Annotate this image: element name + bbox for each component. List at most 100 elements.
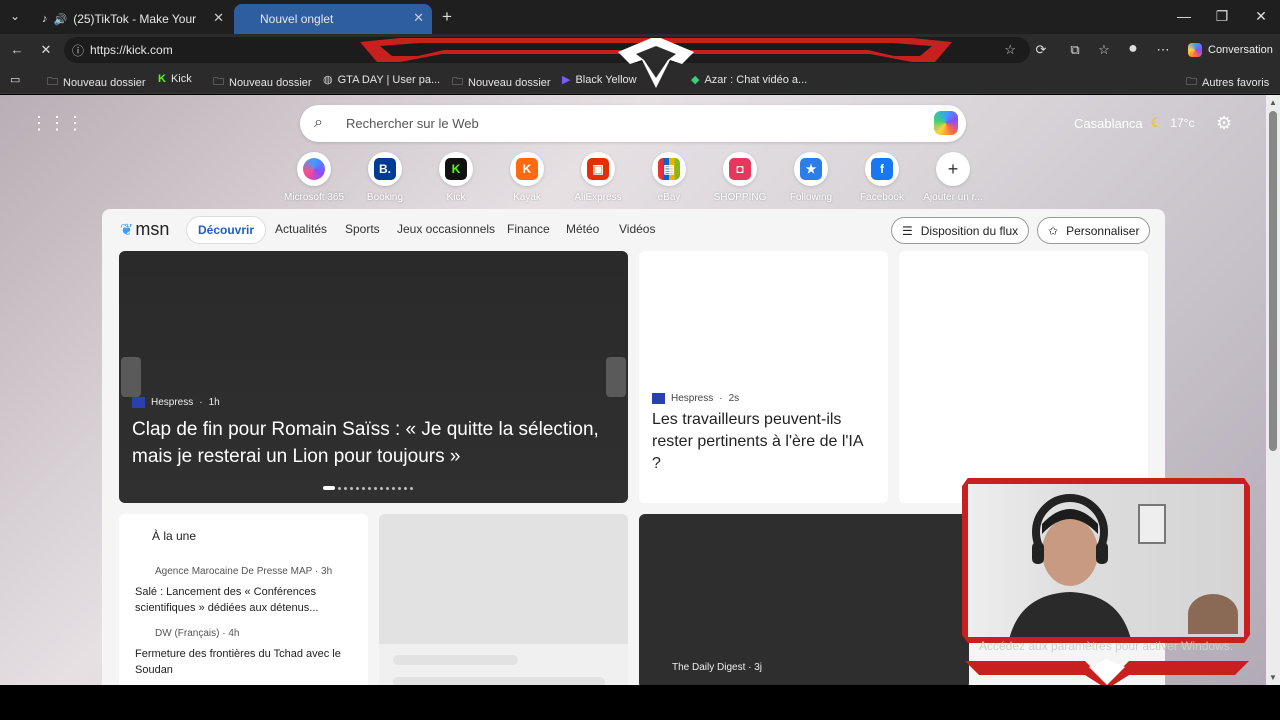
- quick-link-label: Booking: [366, 192, 404, 203]
- carousel-prev-button[interactable]: [121, 357, 141, 397]
- nav-tab-discover[interactable]: Découvrir: [186, 216, 267, 244]
- story-meta: Agence Marocaine De Presse MAP · 3h: [155, 566, 333, 577]
- news-card[interactable]: Hespress · 2s Les travailleurs peuvent-i…: [639, 251, 888, 503]
- nav-tab-sports[interactable]: Sports: [345, 222, 380, 236]
- quick-link-following[interactable]: ★ Following: [771, 152, 851, 203]
- carousel-next-button[interactable]: [606, 357, 626, 397]
- ebay-bag-icon: ▤: [658, 158, 680, 180]
- quick-link-aliexpress[interactable]: ▣ AliExpress: [558, 152, 638, 203]
- window-close-icon[interactable]: ✕: [1251, 8, 1271, 25]
- plus-icon: +: [942, 158, 964, 180]
- quick-link-ebay[interactable]: ▤ eBay: [629, 152, 709, 203]
- bookmark-kick[interactable]: K Kick: [158, 73, 192, 85]
- tab-label: Nouvel onglet: [260, 12, 334, 26]
- split-screen-icon[interactable]: ⧉: [1066, 42, 1084, 58]
- feed-layout-button[interactable]: ☰ Disposition du flux: [891, 217, 1030, 244]
- quick-link-label: eBay: [657, 192, 681, 203]
- quick-link-facebook[interactable]: f Facebook: [842, 152, 922, 203]
- speaker-icon[interactable]: 🔊: [54, 13, 68, 26]
- quick-link-label: Ajouter un r...: [923, 192, 983, 203]
- story-link[interactable]: Salé : Lancement des « Conférences scien…: [135, 584, 350, 616]
- aliexpress-icon: ▣: [587, 158, 609, 180]
- card-source: Hespress · 2s: [652, 393, 739, 404]
- story-meta: DW (Français) · 4h: [155, 628, 240, 639]
- close-icon[interactable]: ✕: [413, 10, 424, 26]
- stop-loading-icon[interactable]: ✕: [37, 42, 55, 58]
- search-icon: ⌕: [314, 114, 323, 131]
- webcam-feed: [968, 484, 1244, 637]
- tab-new-tab[interactable]: Nouvel onglet ✕: [234, 4, 432, 34]
- favorite-star-icon[interactable]: ☆: [1004, 42, 1016, 58]
- hespress-logo-icon: [132, 397, 145, 408]
- moon-icon: ☾: [1150, 115, 1163, 130]
- profile-avatar-icon[interactable]: ●: [1124, 40, 1142, 58]
- news-card-dark[interactable]: The Daily Digest · 3j: [639, 514, 969, 685]
- bookmarks-toggle-icon[interactable]: ▭: [10, 73, 20, 86]
- nav-tab-finance[interactable]: Finance: [507, 222, 550, 236]
- quick-link-booking[interactable]: B. Booking: [345, 152, 425, 203]
- quick-link-microsoft-365[interactable]: Microsoft 365: [274, 152, 354, 203]
- msn-logo[interactable]: ❦ msn: [120, 219, 169, 240]
- tab-tiktok[interactable]: ♪ 🔊 (25)TikTok - Make Your Day ✕: [34, 4, 232, 34]
- card-headline[interactable]: Les travailleurs peuvent-ils rester pert…: [652, 409, 872, 475]
- hero-carousel[interactable]: Hespress · 1h Clap de fin pour Romain Sa…: [119, 251, 628, 503]
- kick-icon: K: [445, 158, 467, 180]
- nav-tab-casual-games[interactable]: Jeux occasionnels: [397, 222, 495, 236]
- app-launcher-icon[interactable]: ⋮⋮⋮: [30, 113, 84, 133]
- bookmark-label: Kick: [170, 73, 192, 85]
- quick-link-kick[interactable]: K Kick: [416, 152, 496, 203]
- nav-tab-news[interactable]: Actualités: [275, 222, 327, 236]
- gear-icon[interactable]: ⚙: [1216, 113, 1232, 134]
- microsoft-365-icon: [303, 158, 325, 180]
- bookmark-folder[interactable]: 🗀 Nouveau dossier: [213, 73, 312, 92]
- nav-tab-weather[interactable]: Météo: [566, 222, 599, 236]
- close-icon[interactable]: ✕: [213, 10, 224, 26]
- story-link[interactable]: Fermeture des frontières du Tchad avec l…: [135, 646, 350, 678]
- back-icon[interactable]: ←: [8, 42, 26, 57]
- tab-actions-chevron-icon[interactable]: ⌄: [10, 9, 20, 23]
- card-source: The Daily Digest · 3j: [672, 662, 763, 673]
- copilot-icon[interactable]: [934, 111, 958, 135]
- minimize-icon[interactable]: —: [1174, 8, 1194, 24]
- stream-overlay-banner: [360, 38, 952, 88]
- copilot-conversation-button[interactable]: Conversation: [1180, 38, 1280, 62]
- globe-icon: ◍: [323, 74, 333, 86]
- nav-tab-videos[interactable]: Vidéos: [619, 222, 655, 236]
- carousel-dots[interactable]: [323, 486, 413, 490]
- more-menu-icon[interactable]: ⋯: [1154, 42, 1172, 58]
- page-scrollbar[interactable]: ▲ ▼: [1266, 95, 1280, 685]
- new-tab-plus-icon[interactable]: +: [442, 7, 452, 27]
- placeholder-line: [393, 677, 605, 685]
- bookmark-label: Nouveau dossier: [229, 76, 312, 89]
- quick-link-label: Facebook: [860, 192, 904, 203]
- kick-icon: K: [158, 73, 166, 85]
- scroll-thumb[interactable]: [1269, 111, 1277, 451]
- weather-widget[interactable]: Casablanca ☾ 17°c: [1074, 115, 1194, 131]
- refresh-extension-icon[interactable]: ⟳: [1032, 42, 1050, 58]
- bookmark-other-favorites[interactable]: 🗀 Autres favoris: [1186, 73, 1269, 92]
- quick-link-label: Kick: [446, 192, 466, 203]
- personalize-button[interactable]: ✩ Personnaliser: [1037, 217, 1151, 244]
- screen: ⌄ ♪ 🔊 (25)TikTok - Make Your Day ✕ Nouve…: [0, 0, 1280, 720]
- section-title: À la une: [152, 529, 197, 543]
- weather-city: Casablanca: [1074, 115, 1143, 131]
- copilot-icon: [1188, 43, 1202, 57]
- info-icon[interactable]: ⓘ: [72, 42, 84, 59]
- quick-link-kayak[interactable]: K Kayak: [487, 152, 567, 203]
- quick-link-label: SHOPPING: [713, 192, 767, 203]
- quick-link-add[interactable]: + Ajouter un r...: [913, 152, 993, 203]
- scroll-up-icon[interactable]: ▲: [1269, 98, 1277, 107]
- quick-link-shopping[interactable]: ◘ SHOPPING: [700, 152, 780, 203]
- shopping-bag-icon: ◘: [729, 158, 751, 180]
- favorites-icon[interactable]: ☆: [1095, 42, 1113, 58]
- bookmark-label: Nouveau dossier: [63, 76, 146, 89]
- web-search-box[interactable]: ⌕ Rechercher sur le Web: [300, 105, 966, 142]
- sliders-icon: ☰: [902, 223, 913, 238]
- booking-icon: B.: [374, 158, 396, 180]
- hero-headline[interactable]: Clap de fin pour Romain Saïss : « Je qui…: [132, 416, 612, 470]
- quick-link-label: Microsoft 365: [283, 192, 345, 203]
- bookmark-folder[interactable]: 🗀 Nouveau dossier: [47, 73, 146, 92]
- scroll-down-icon[interactable]: ▼: [1269, 673, 1277, 682]
- news-card-loading: [899, 251, 1148, 503]
- restore-icon[interactable]: ❐: [1212, 8, 1232, 25]
